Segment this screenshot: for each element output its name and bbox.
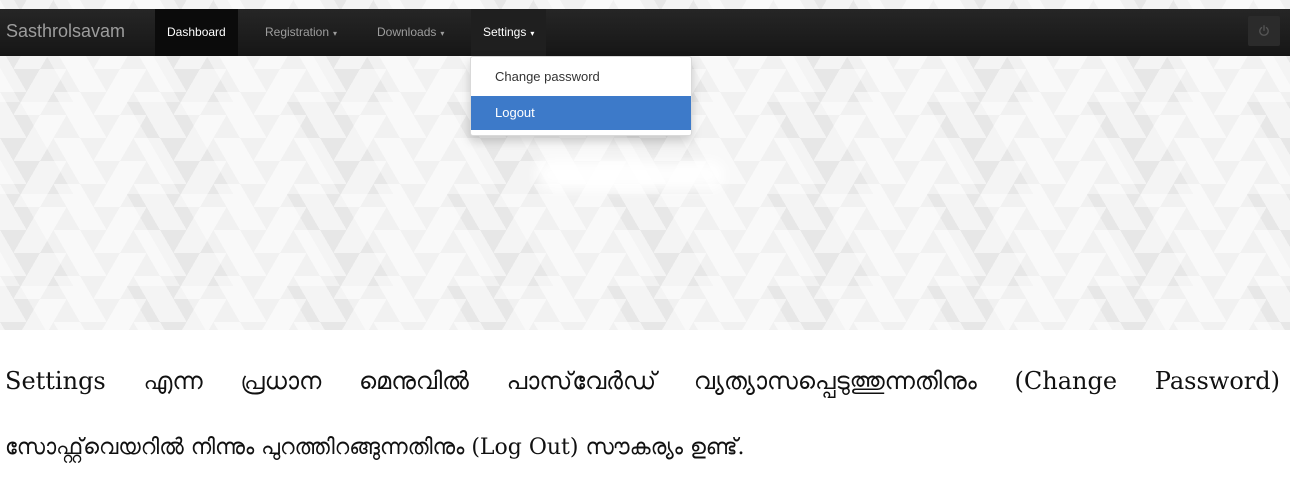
nav-dashboard-label: Dashboard: [167, 25, 226, 39]
brand-link[interactable]: Sasthrolsavam: [6, 21, 125, 42]
chevron-down-icon: ▾: [530, 29, 535, 38]
chevron-down-icon: ▾: [333, 29, 338, 38]
caption-line-1: Settings എന്ന പ്രധാന മെനുവിൽ പാസ്‌വേർഡ് …: [5, 367, 1280, 395]
blurred-content: [535, 160, 725, 190]
nav-settings-label: Settings: [483, 25, 527, 39]
top-navbar: Sasthrolsavam Dashboard Registration ▾ Do…: [0, 9, 1290, 56]
nav-downloads-label: Downloads: [377, 25, 437, 39]
nav-dashboard[interactable]: Dashboard: [155, 9, 238, 56]
caption-word: മെനുവിൽ: [359, 367, 469, 395]
nav-downloads[interactable]: Downloads ▾: [365, 9, 456, 56]
power-icon: [1259, 25, 1269, 36]
chevron-down-icon: ▾: [440, 29, 445, 38]
page: Sasthrolsavam Dashboard Registration ▾ Do…: [0, 0, 1290, 481]
change-password-menu-item[interactable]: Change password: [471, 60, 691, 94]
caption-word: Password): [1154, 367, 1280, 395]
power-button[interactable]: [1248, 16, 1280, 46]
nav-settings[interactable]: Settings ▾: [471, 9, 547, 56]
nav-registration[interactable]: Registration ▾: [253, 9, 349, 56]
caption-word: വ്യത്യാസപ്പെടുത്തുന്നതിനും: [693, 367, 977, 395]
settings-dropdown-menu: Change password Logout: [470, 56, 692, 136]
caption-word: (Change: [1014, 367, 1118, 395]
app-screenshot: Sasthrolsavam Dashboard Registration ▾ Do…: [0, 0, 1290, 330]
caption-word: പാസ്‌വേർഡ്: [506, 367, 657, 395]
caption-word: എന്ന: [143, 367, 203, 395]
caption-line-2: സോഫ്റ്റ്‌വെയറിൽ നിന്നും പുറത്തിറങ്ങുന്നത…: [5, 435, 745, 460]
logout-menu-item[interactable]: Logout: [471, 96, 691, 130]
caption-word: പ്രധാന: [240, 367, 322, 395]
caption-word: Settings: [5, 367, 106, 395]
nav-registration-label: Registration: [265, 25, 330, 39]
